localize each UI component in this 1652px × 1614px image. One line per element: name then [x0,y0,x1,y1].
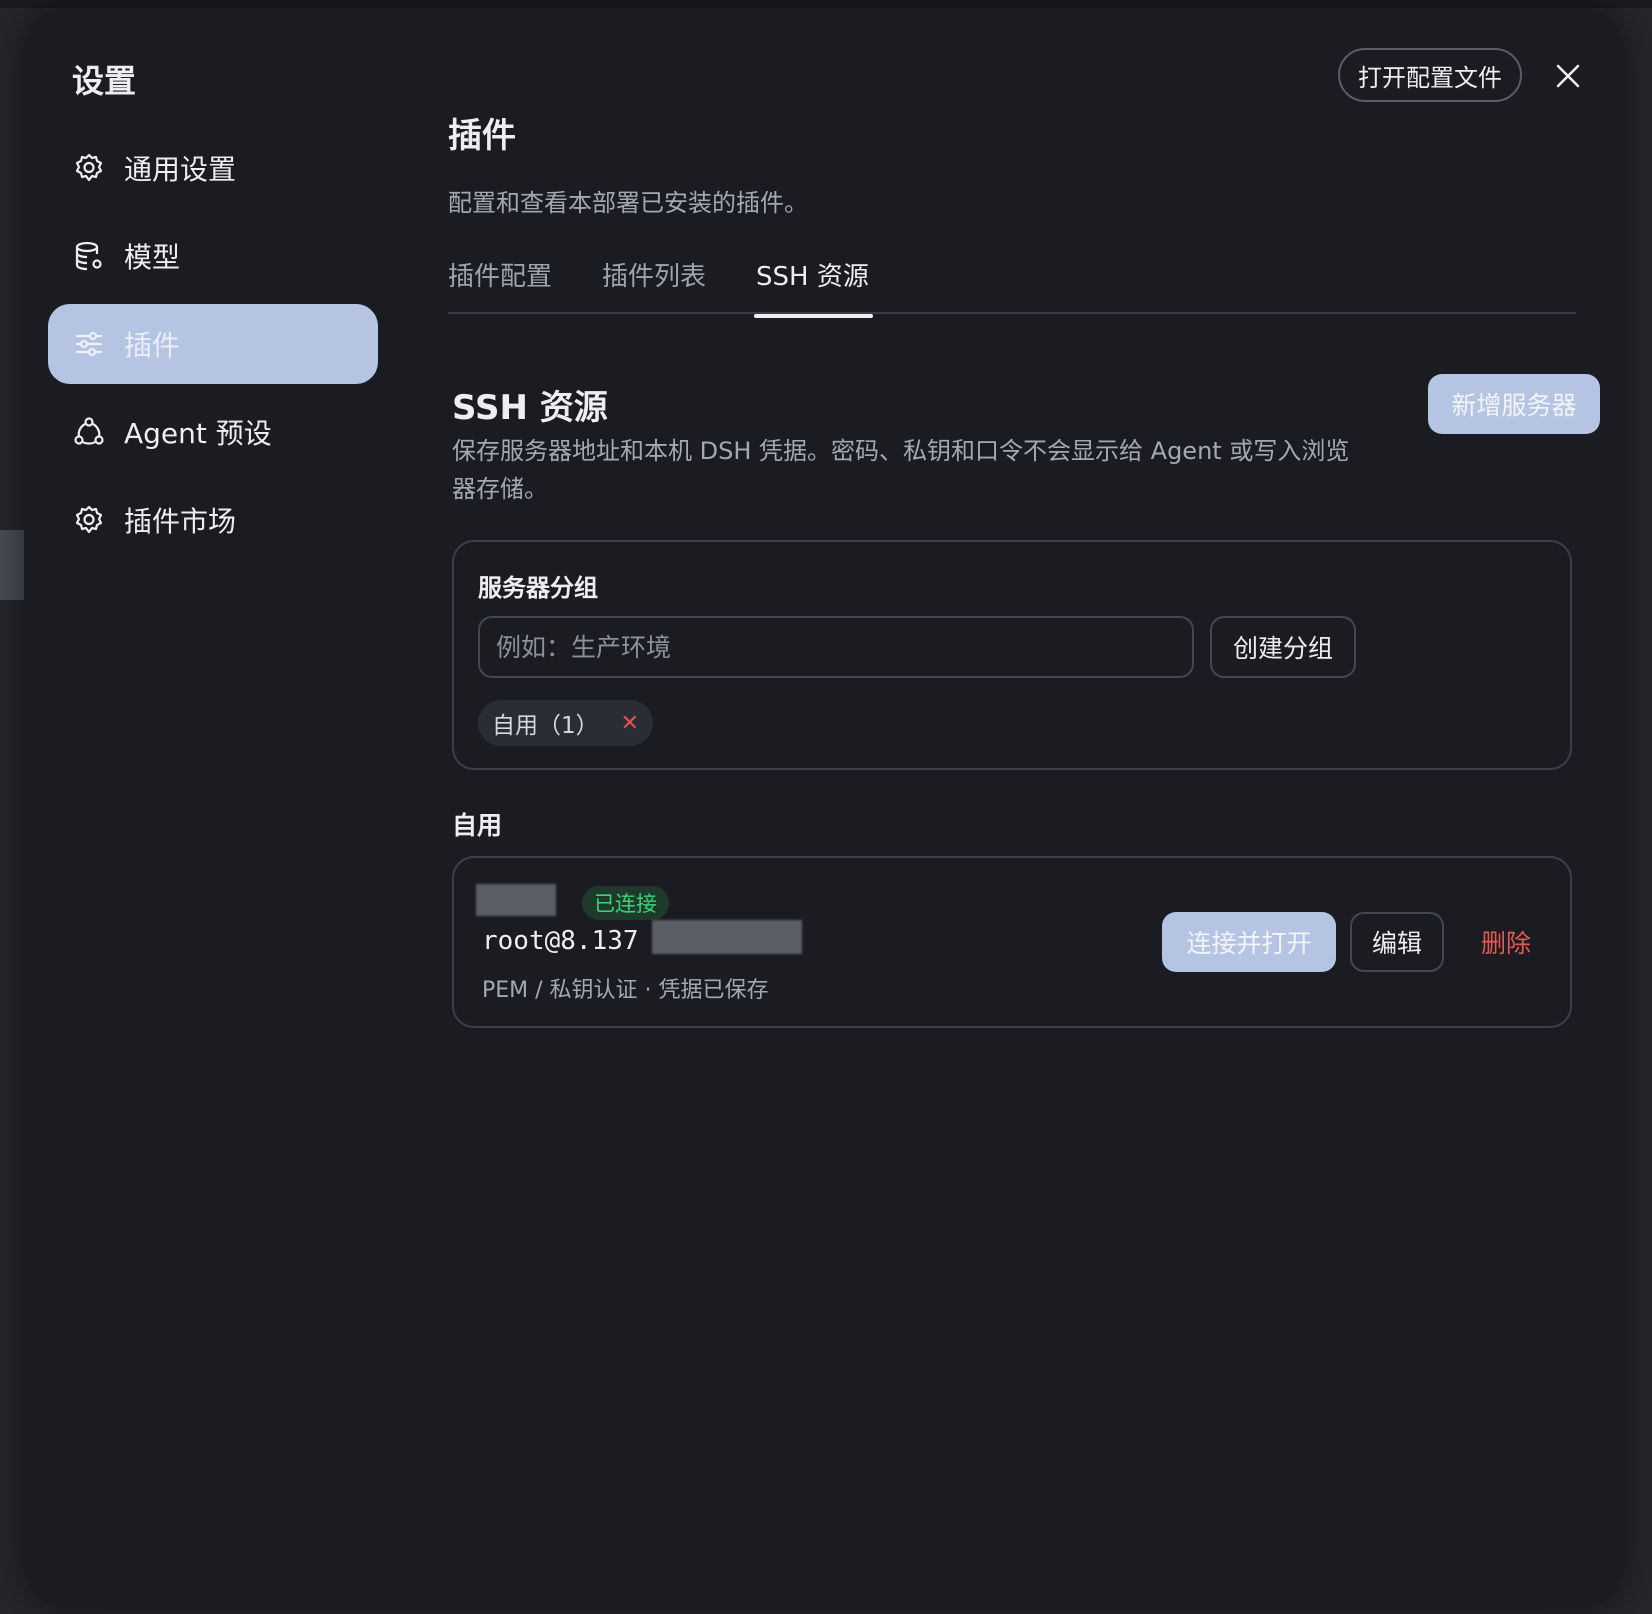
database-gear-icon [72,239,106,273]
sidebar-item-plugins[interactable]: 插件 [48,304,378,384]
tab-plugin-config[interactable]: 插件配置 [448,252,552,314]
gear-icon [72,503,106,537]
redacted-host-address [652,920,802,954]
group-chip-label: 自用（1） [492,713,599,739]
gear-icon [72,151,106,185]
sliders-icon [72,327,106,361]
agent-icon [72,415,106,449]
sidebar-item-models[interactable]: 模型 [48,216,378,296]
sidebar-item-plugin-market[interactable]: 插件市场 [48,480,378,560]
server-groups-card: 服务器分组 创建分组 自用（1） ✕ [452,540,1572,770]
backdrop-strip [0,530,24,600]
sidebar-item-general[interactable]: 通用设置 [48,128,378,208]
page-title: 插件 [448,116,516,156]
redacted-server-name [476,884,556,916]
tab-plugin-list[interactable]: 插件列表 [602,252,706,314]
ssh-section-header: SSH 资源 保存服务器地址和本机 DSH 凭据。密码、私钥和口令不会显示给 A… [448,374,1600,510]
create-group-button[interactable]: 创建分组 [1210,616,1356,678]
section-title: SSH 资源 [452,388,608,428]
server-auth-info: PEM / 私钥认证 · 凭据已保存 [482,978,769,1003]
remove-group-icon[interactable]: ✕ [621,711,639,736]
sidebar-item-label: 模型 [124,241,181,274]
section-description: 保存服务器地址和本机 DSH 凭据。密码、私钥和口令不会显示给 Agent 或写… [452,437,1350,503]
settings-modal: 设置 打开配置文件 通用设置 模型 插件 Agent 预设 插件市场 插件 配置… [24,8,1624,1608]
status-badge: 已连接 [582,886,669,920]
add-server-button[interactable]: 新增服务器 [1428,374,1600,434]
group-chip[interactable]: 自用（1） ✕ [478,700,654,746]
server-host: root@8.137 [482,926,639,956]
backdrop-topbar [0,0,1652,8]
open-config-button[interactable]: 打开配置文件 [1338,48,1522,102]
main-panel: 插件 配置和查看本部署已安装的插件。 插件配置 插件列表 SSH 资源 SSH … [448,108,1600,1028]
edit-server-button[interactable]: 编辑 [1350,912,1444,972]
group-heading: 自用 [452,811,503,840]
page-description: 配置和查看本部署已安装的插件。 [448,189,808,217]
server-card: 已连接 root@8.137 PEM / 私钥认证 · 凭据已保存 连接并打开 … [452,856,1572,1028]
sidebar-item-agent-presets[interactable]: Agent 预设 [48,392,378,472]
tab-bar: 插件配置 插件列表 SSH 资源 [448,252,1576,318]
server-groups-label: 服务器分组 [478,574,598,602]
group-name-input[interactable] [478,616,1194,678]
sidebar-item-label: Agent 预设 [124,417,272,450]
sidebar-item-label: 插件 [124,329,181,362]
close-icon[interactable] [1552,60,1584,92]
sidebar-item-label: 通用设置 [124,153,237,186]
delete-server-button[interactable]: 删除 [1454,912,1558,972]
sidebar-item-label: 插件市场 [124,505,237,538]
connect-open-button[interactable]: 连接并打开 [1162,912,1336,972]
tab-ssh-resources[interactable]: SSH 资源 [754,252,873,318]
settings-title: 设置 [72,62,137,100]
sidebar: 通用设置 模型 插件 Agent 预设 插件市场 [48,128,378,568]
